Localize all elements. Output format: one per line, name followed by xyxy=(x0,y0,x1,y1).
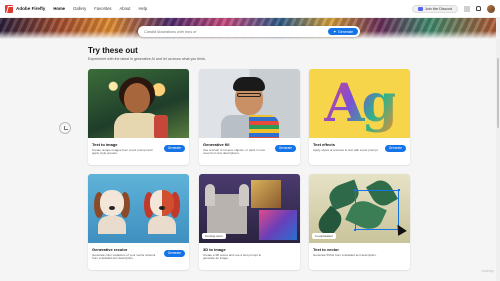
card-image-text-to-image xyxy=(88,69,189,138)
prompt-generate-label: Generate xyxy=(338,29,353,34)
nav-right: Join the Discord xyxy=(411,4,495,13)
card-image-text-to-vector: In exploration xyxy=(309,174,410,243)
nav-link-about[interactable]: About xyxy=(120,6,131,11)
scrollbar-thumb[interactable] xyxy=(497,58,499,128)
nav-link-home[interactable]: Home xyxy=(53,6,65,11)
card-image-generative-fill xyxy=(199,69,300,138)
nav-link-help[interactable]: Help xyxy=(138,6,147,11)
prompt-input[interactable] xyxy=(144,29,329,34)
user-avatar[interactable] xyxy=(487,4,495,13)
vector-selection-box xyxy=(355,190,399,230)
text-effect-letters: Ag xyxy=(324,73,398,134)
status-badge: Coming soon xyxy=(202,233,226,239)
card-generative-recolor[interactable]: Generative recolor Generate color variat… xyxy=(88,174,189,270)
card-image-text-effects: Ag xyxy=(309,69,410,138)
loading-spinner-icon xyxy=(59,122,71,134)
card-text-to-vector[interactable]: In exploration Text to vector Generate S… xyxy=(309,174,410,270)
status-badge: In exploration xyxy=(312,233,337,239)
discord-icon xyxy=(417,6,423,11)
nav-link-favorites[interactable]: Favorites xyxy=(94,6,111,11)
card-title: 3D to image xyxy=(203,247,226,252)
section-title: Try these out xyxy=(88,46,138,55)
card-generate-button[interactable]: Generate xyxy=(384,145,406,152)
card-3d-to-image[interactable]: Coming soon 3D to image Create a 3D scen… xyxy=(199,174,300,270)
nav-link-gallery[interactable]: Gallery xyxy=(73,6,86,11)
adobe-logo-icon xyxy=(5,4,13,13)
card-description: Use a brush to remove objects, or paint … xyxy=(203,147,265,156)
nav-links: Home Gallery Favorites About Help xyxy=(53,6,147,11)
scrollbar[interactable] xyxy=(496,18,500,281)
card-description: Create a 3D scene and use a text prompt … xyxy=(203,252,262,261)
apps-grid-icon[interactable] xyxy=(464,5,470,12)
card-description: Create unique images from a text prompt … xyxy=(92,147,153,156)
sparkle-icon: ✦ xyxy=(333,28,337,34)
card-text-effects[interactable]: Ag Text effects Apply styles or textures… xyxy=(309,69,410,165)
prompt-generate-button[interactable]: ✦ Generate xyxy=(328,28,358,35)
card-title: Text to vector xyxy=(313,247,339,252)
top-navigation: Adobe Firefly Home Gallery Favorites Abo… xyxy=(0,0,500,18)
page: Adobe Firefly Home Gallery Favorites Abo… xyxy=(0,0,500,281)
card-text-to-image[interactable]: Text to image Create unique images from … xyxy=(88,69,189,165)
prompt-bar: ✦ Generate xyxy=(138,26,360,37)
card-generate-button[interactable]: Generate xyxy=(274,145,296,152)
notifications-bell-icon[interactable] xyxy=(476,6,481,11)
join-discord-label: Join the Discord xyxy=(424,6,452,11)
watermark: Udemy xyxy=(481,268,494,273)
card-description: Apply styles or textures to text with a … xyxy=(313,147,379,152)
card-description: Generate SVGs from a detailed text descr… xyxy=(313,252,377,257)
brand-name: Adobe Firefly xyxy=(16,6,46,11)
join-discord-button[interactable]: Join the Discord xyxy=(411,4,458,13)
card-image-generative-recolor xyxy=(88,174,189,243)
card-image-3d-to-image: Coming soon xyxy=(199,174,300,243)
card-description: Generate color variations of your vector… xyxy=(92,252,156,261)
brand[interactable]: Adobe Firefly xyxy=(5,4,46,13)
card-generate-button[interactable]: Generate xyxy=(163,250,185,257)
section-subtitle: Experiment with the latest in generative… xyxy=(88,57,206,61)
card-generate-button[interactable]: Generate xyxy=(163,145,185,152)
card-generative-fill[interactable]: Generative fill Use a brush to remove ob… xyxy=(199,69,300,165)
